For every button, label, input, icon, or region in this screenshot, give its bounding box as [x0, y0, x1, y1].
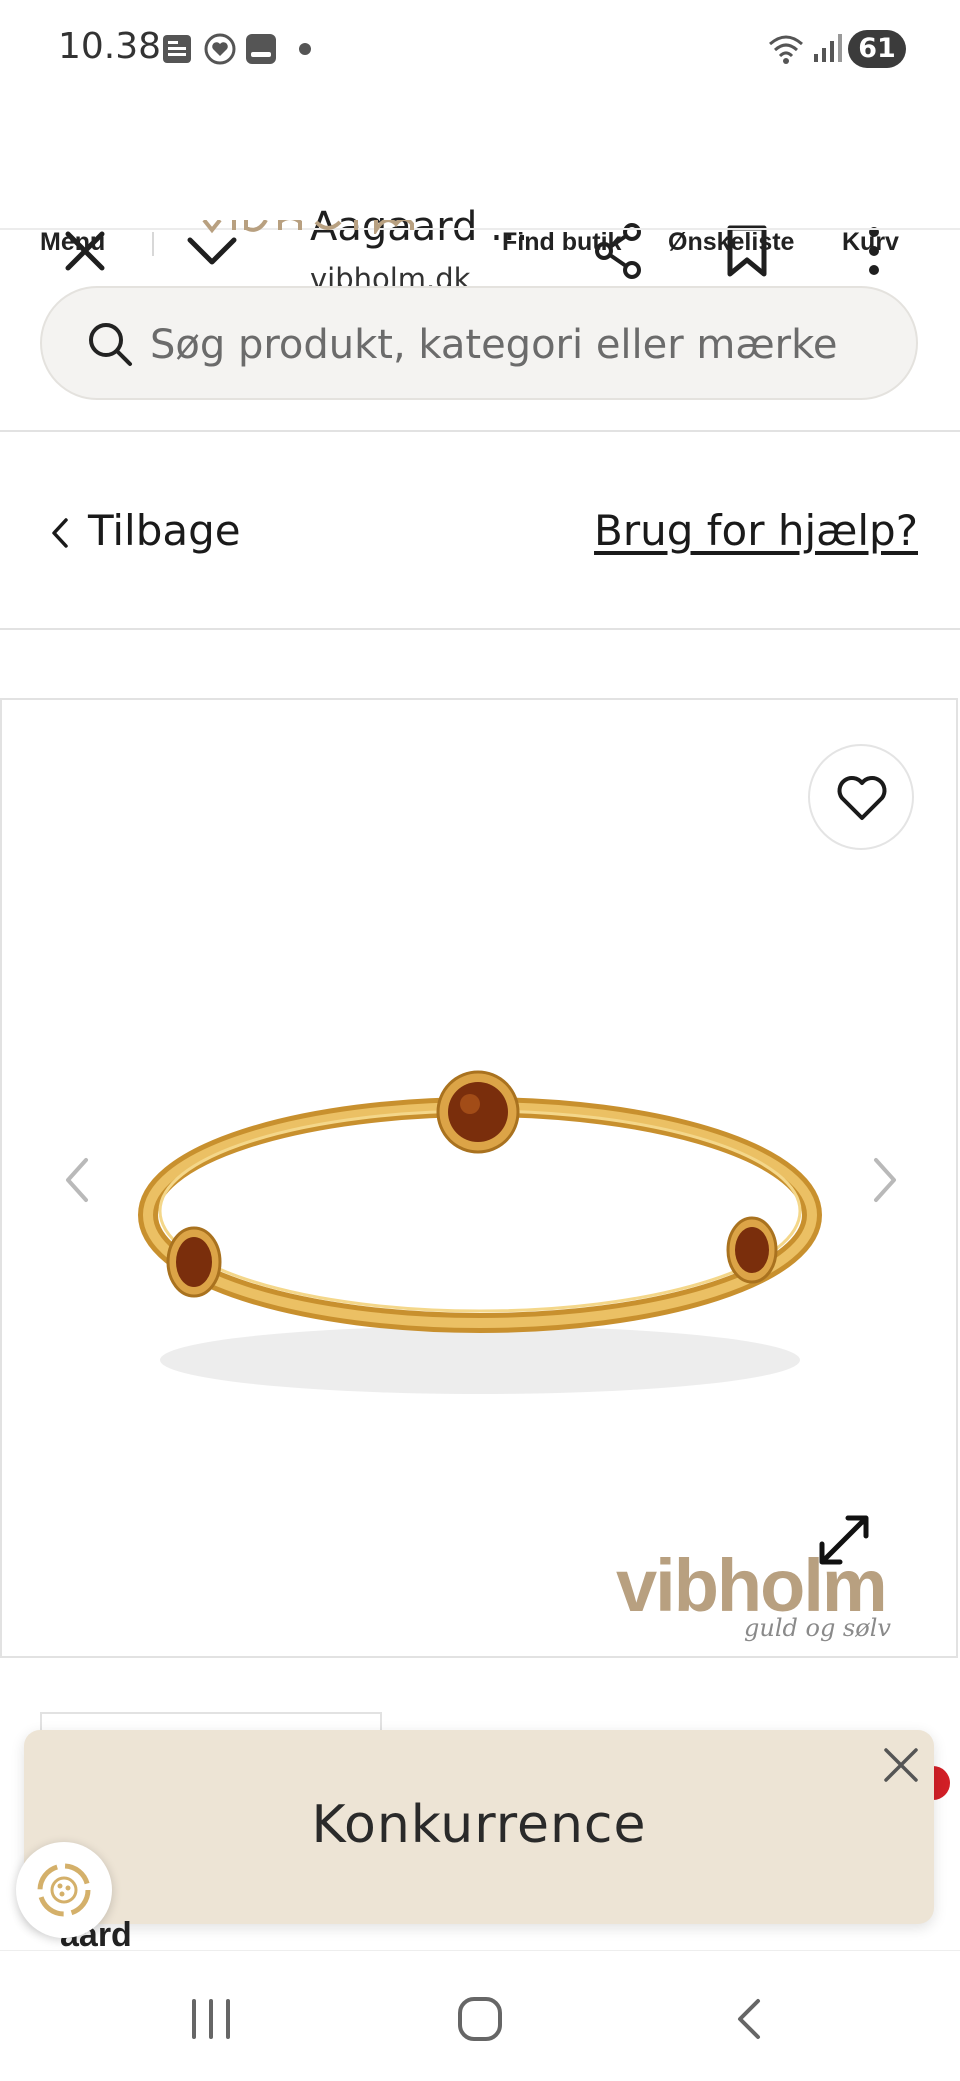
battery-indicator: 61 — [848, 30, 906, 68]
status-time: 10.38 — [58, 26, 162, 67]
site-logo[interactable] — [200, 220, 418, 234]
heart-icon — [837, 776, 887, 820]
recent-apps-icon[interactable] — [188, 1997, 234, 2041]
loyalty-icon — [37, 1863, 91, 1917]
system-nav-bar — [0, 1950, 960, 2081]
wifi-icon — [769, 35, 803, 64]
heart-monitor-icon — [204, 33, 236, 65]
product-image — [138, 1070, 822, 1394]
help-link[interactable]: Brug for hjælp? — [594, 506, 918, 555]
wishlist-link[interactable]: Ønskeliste — [668, 228, 794, 257]
search-icon — [89, 323, 132, 366]
status-bar: 10.38 61 — [0, 0, 960, 96]
dot-icon — [299, 43, 311, 55]
menu-link[interactable]: Menu — [40, 228, 105, 257]
prev-image-arrow[interactable] — [56, 1150, 96, 1210]
section-divider — [0, 628, 960, 630]
back-nav-icon[interactable] — [732, 1995, 764, 2043]
toolbar-divider — [0, 228, 960, 230]
wishlist-button[interactable] — [808, 744, 914, 850]
browser-toolbar: Aagaard ... vibholm.dk — [0, 96, 960, 296]
sim-card-icon — [163, 35, 191, 63]
back-link[interactable]: Tilbage — [88, 506, 241, 555]
search-placeholder: Søg produkt, kategori eller mærke — [150, 322, 838, 368]
brand-watermark: vibholm guld og sølv — [612, 1546, 942, 1652]
promo-close-icon[interactable] — [878, 1742, 924, 1788]
brand-tagline: guld og sølv — [744, 1614, 891, 1642]
promo-label[interactable]: Konkurrence — [24, 1795, 934, 1855]
loyalty-button[interactable] — [16, 1842, 112, 1938]
cart-link[interactable]: Kurv — [842, 228, 899, 257]
nav-divider — [152, 232, 154, 256]
home-icon[interactable] — [456, 1995, 504, 2043]
find-store-link[interactable]: Find butik — [502, 228, 621, 257]
chevron-left-icon[interactable] — [50, 516, 70, 550]
tablet-icon — [246, 34, 276, 64]
signal-icon — [814, 34, 842, 62]
header-divider — [0, 430, 960, 432]
next-image-arrow[interactable] — [866, 1150, 906, 1210]
chevron-down-icon[interactable] — [186, 234, 238, 268]
